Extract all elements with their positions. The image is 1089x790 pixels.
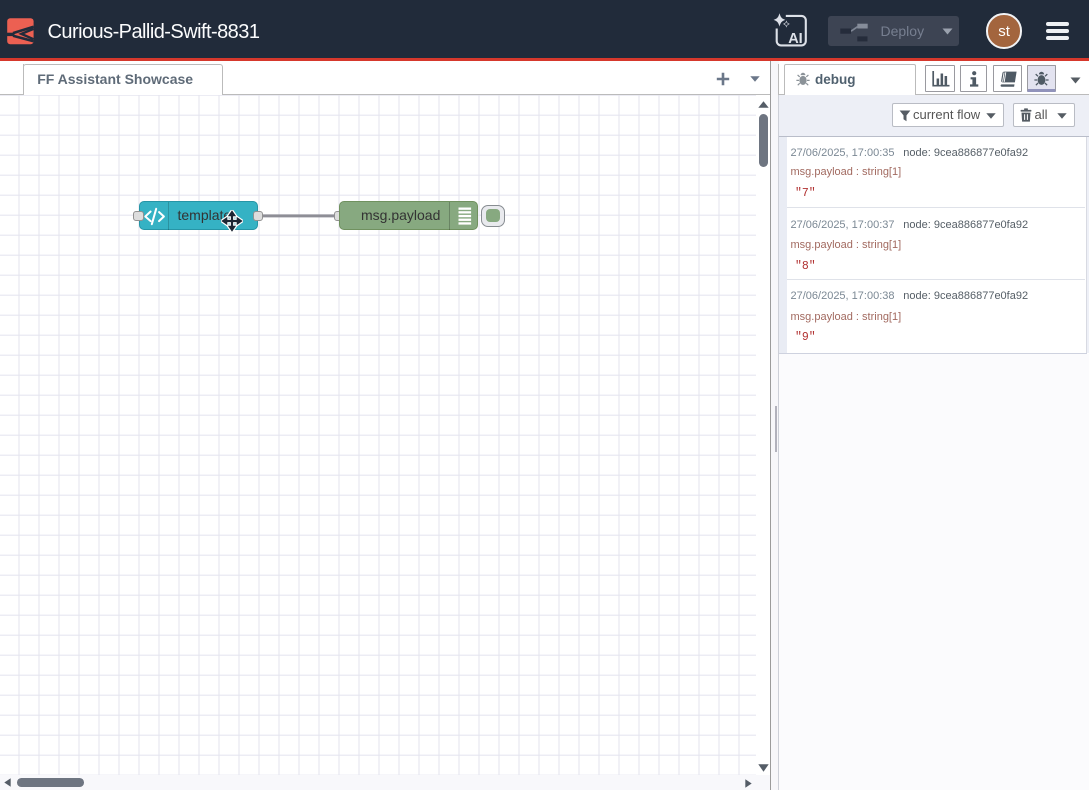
svg-text:AI: AI: [788, 31, 803, 47]
